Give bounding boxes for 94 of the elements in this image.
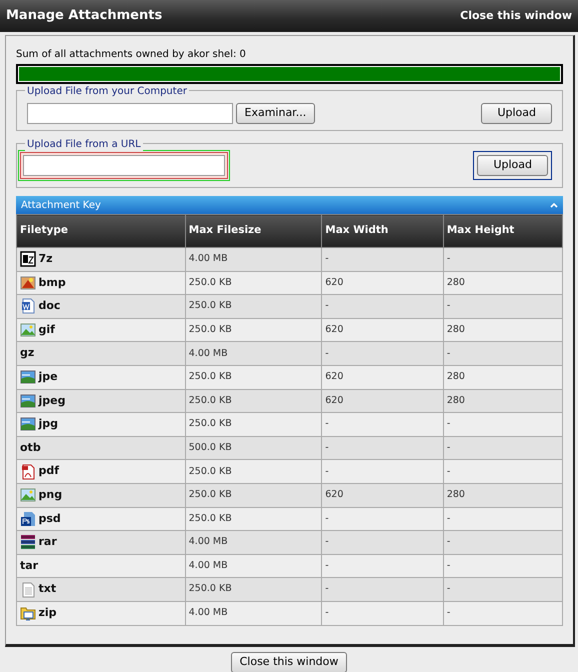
table-cell: 4.00 MB [185,601,322,625]
file-7z-icon [20,251,36,268]
close-window-link[interactable]: Close this window [460,8,572,24]
column-header: Filetype [16,214,186,248]
file-path-field[interactable] [27,103,233,124]
table-cell: - [322,342,444,366]
table-cell: 620 [322,365,444,390]
table-cell: 250.0 KB [185,507,322,531]
table-cell: 4.00 MB [185,342,322,366]
upload-button[interactable]: Upload [481,103,552,124]
word-document-icon [20,298,36,314]
table-cell: - [322,530,444,554]
group-legend: Upload File from your Computer [25,84,189,99]
table-cell: 620 [322,318,444,342]
table-cell: - [322,412,444,436]
filetype-label: gz [20,345,34,362]
table-cell: 250.0 KB [185,483,322,508]
photoshop-document-icon [20,510,36,527]
table-cell: 250.0 KB [185,412,322,436]
attachment-key-title: Attachment Key [21,198,101,212]
table-cell: - [443,554,562,578]
pdf-document-icon [20,464,36,480]
table-cell: - [322,578,444,602]
table-cell: 4.00 MB [185,530,322,554]
table-cell: 4.00 MB [185,248,322,272]
filetype-label: zip [38,604,57,621]
column-header: Max Width [322,214,444,248]
table-cell: - [443,601,562,625]
landscape-image-icon [20,392,36,409]
folder-icon [20,605,36,622]
table-cell: 250.0 KB [185,578,322,602]
table-cell: - [322,601,444,625]
filetype-label: 7z [38,251,53,268]
filetype-label: txt [38,581,56,598]
landscape-image-icon [20,416,36,432]
table-cell: - [443,412,562,436]
usage-label: Sum of all attachments owned by akor shel: 0 [16,48,247,62]
close-window-button[interactable]: Close this window [230,652,348,672]
column-header: Max Filesize [185,214,322,248]
text-document-icon [20,582,36,598]
table-cell: 4.00 MB [185,554,322,578]
filetype-label: jpg [38,416,58,432]
table-cell: - [443,507,562,531]
filetype-label: tar [20,558,38,574]
column-header: Max Height [443,214,562,248]
upload-button[interactable]: Upload [477,155,548,176]
filetype-label: otb [20,440,41,456]
table-cell: 250.0 KB [185,294,322,318]
book-stack-icon [20,534,36,550]
table-cell: 280 [443,318,562,342]
landscape-image-icon [20,369,36,386]
table-cell: - [443,530,562,554]
table-cell: 250.0 KB [185,365,322,390]
filetype-label: doc [38,298,60,314]
table-cell: 250.0 KB [185,389,322,413]
table-cell: - [322,507,444,531]
filetype-label: psd [38,510,61,527]
picture-icon [20,487,36,504]
table-cell: 250.0 KB [185,460,322,484]
table-cell: - [443,460,562,484]
filetype-label: jpe [38,369,58,386]
table-cell: - [322,294,444,318]
table-cell: 280 [443,483,562,508]
table-cell: 250.0 KB [185,271,322,295]
table-cell: 250.0 KB [185,318,322,342]
filetype-label: gif [38,322,55,338]
table-cell: - [443,436,562,460]
browse-button[interactable]: Examinar... [236,103,316,124]
table-cell: 620 [322,389,444,413]
paint-image-icon [20,274,36,291]
table-cell: - [322,248,444,272]
table-cell: - [322,554,444,578]
table-cell: 500.0 KB [185,436,322,460]
table-cell: - [443,248,562,272]
table-cell: - [322,436,444,460]
filetype-label: jpeg [38,392,66,409]
filetype-label: rar [38,534,57,550]
table-cell: 620 [322,271,444,295]
url-field[interactable] [23,155,225,176]
picture-icon [20,322,36,338]
table-cell: 280 [443,365,562,390]
table-cell: - [443,342,562,366]
table-cell: - [322,460,444,484]
table-cell: 280 [443,389,562,413]
table-cell: 280 [443,271,562,295]
window-title: Manage Attachments [6,7,162,26]
filetype-label: pdf [38,463,60,480]
group-legend: Upload File from a URL [25,137,143,152]
table-cell: 620 [322,483,444,508]
table-cell: - [443,578,562,602]
table-cell: - [443,294,562,318]
collapse-chevron-icon[interactable] [550,202,558,208]
filetype-label: bmp [38,274,66,291]
filetype-label: png [38,486,62,503]
